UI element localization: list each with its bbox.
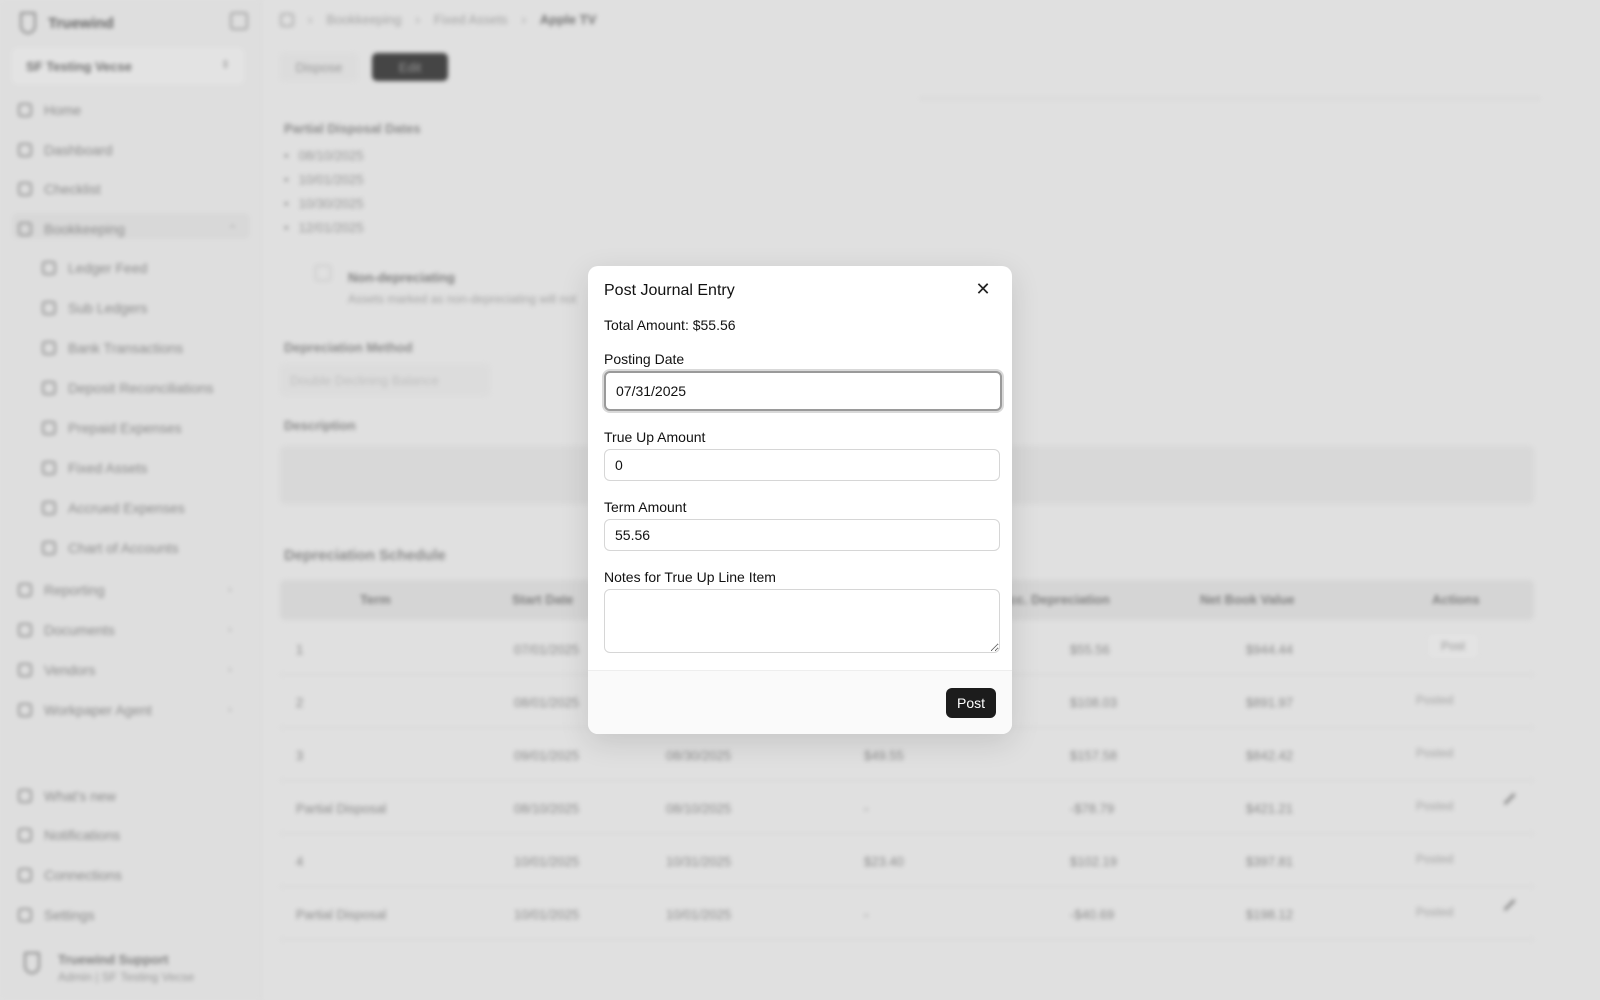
term-amount-label: Term Amount (604, 499, 687, 515)
notes-label: Notes for True Up Line Item (604, 569, 776, 585)
posting-date-label: Posting Date (604, 351, 685, 367)
true-up-amount-label: True Up Amount (604, 429, 706, 445)
dialog-footer: Post (588, 670, 1012, 734)
close-icon[interactable]: ✕ (972, 278, 994, 300)
term-amount-input[interactable] (604, 519, 1000, 551)
notes-textarea[interactable] (604, 589, 1000, 653)
posting-date-input[interactable] (604, 371, 1002, 411)
post-journal-entry-dialog: Post Journal Entry ✕ Total Amount: $55.5… (588, 266, 1012, 734)
total-amount: Total Amount: $55.56 (604, 317, 736, 333)
post-button[interactable]: Post (946, 688, 996, 718)
dialog-title: Post Journal Entry (604, 282, 735, 299)
true-up-amount-input[interactable] (604, 449, 1000, 481)
